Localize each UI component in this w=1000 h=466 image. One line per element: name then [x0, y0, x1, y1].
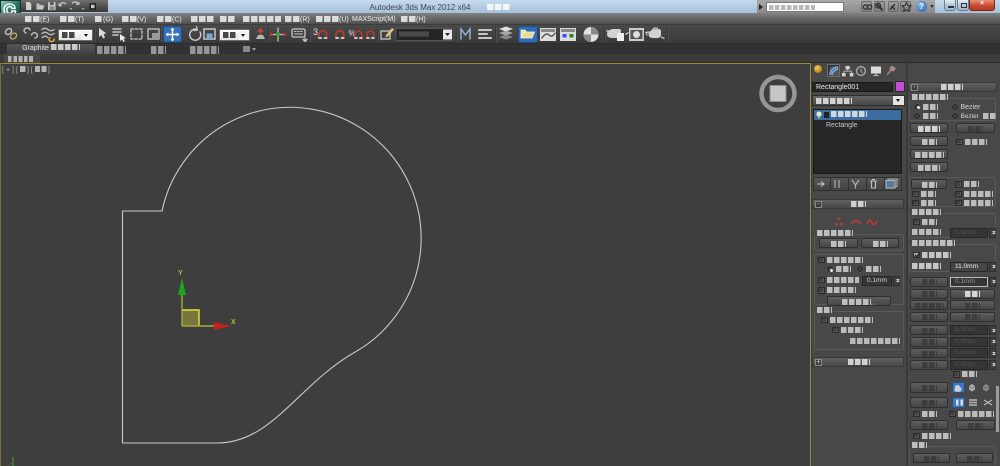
svg-text:3: 3 [313, 27, 318, 37]
svg-text:X: X [231, 319, 236, 326]
svg-text:Y: Y [178, 270, 183, 277]
